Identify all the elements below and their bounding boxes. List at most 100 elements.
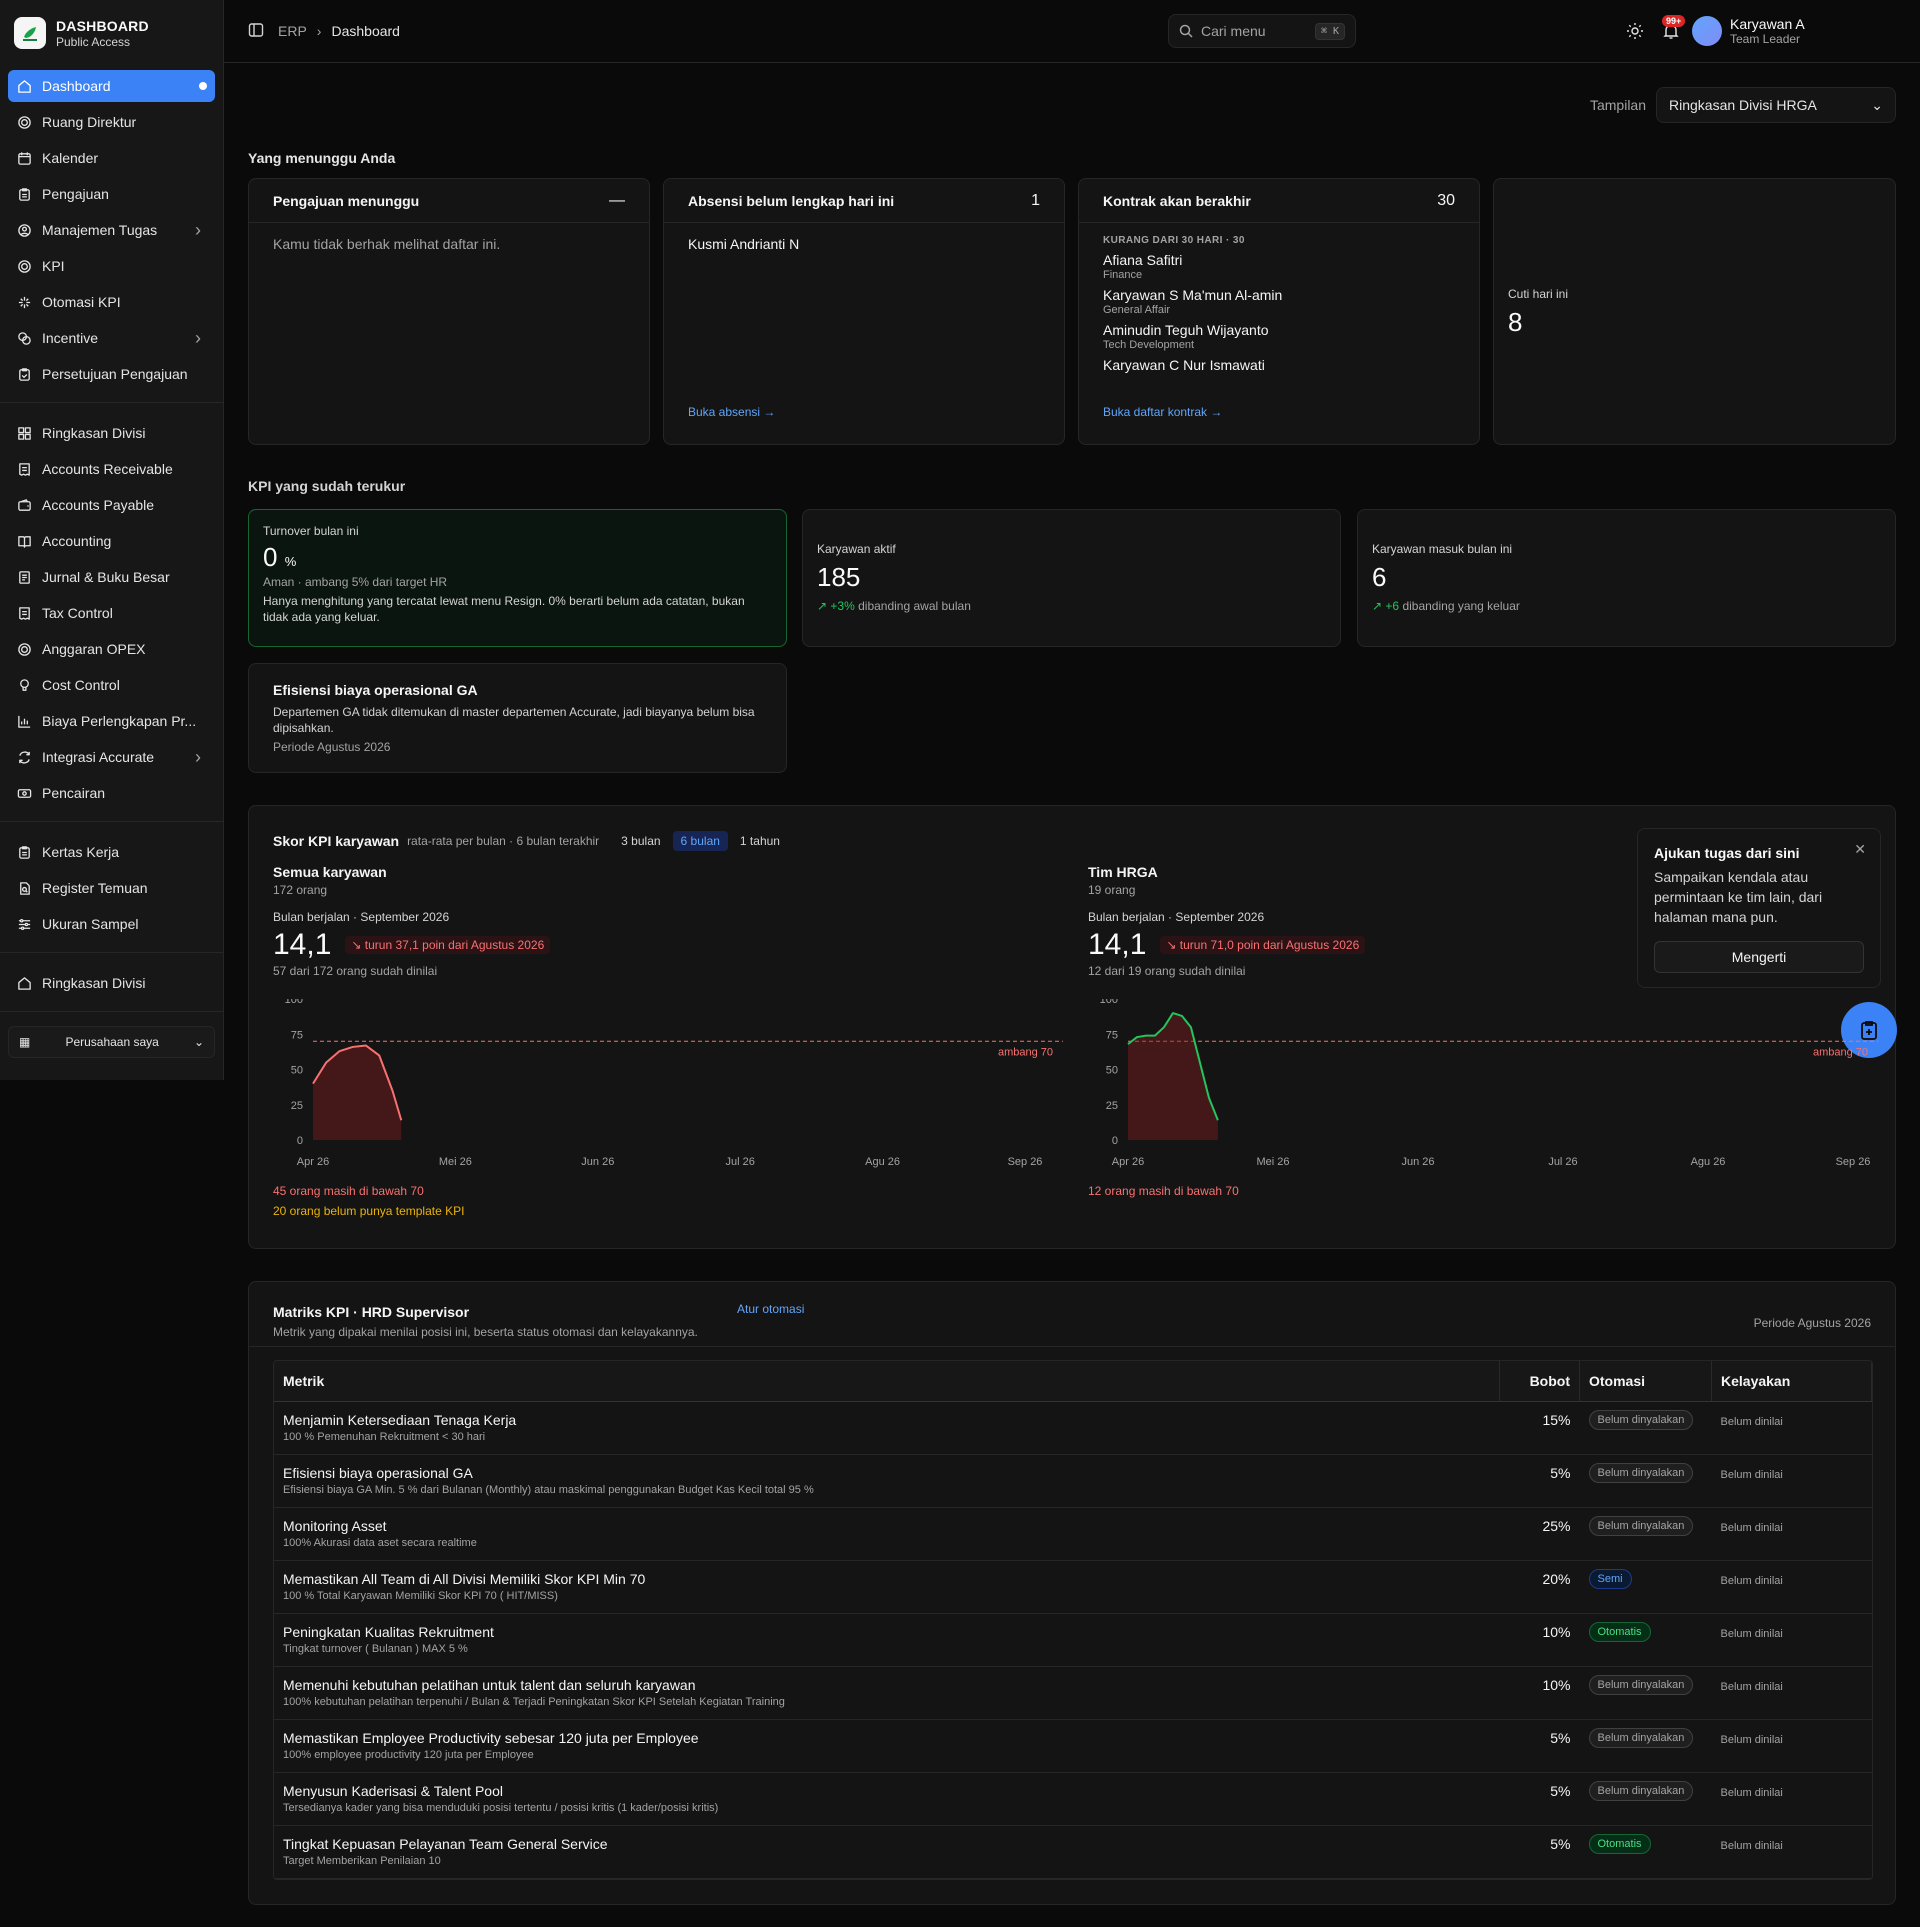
sidebar-item-kpi[interactable]: KPI	[8, 250, 215, 282]
metric-name: Memastikan All Team di All Divisi Memili…	[283, 1570, 646, 1587]
masuk-delta: +6	[1385, 599, 1400, 613]
avatar[interactable]	[1692, 16, 1722, 46]
sidebar-item-pencairan[interactable]: Pencairan	[8, 777, 215, 809]
sidebar-item-label: Integrasi Accurate	[42, 749, 155, 765]
sidebar-item-manajemen-tugas[interactable]: Manajemen Tugas ›	[8, 214, 215, 246]
clipboard-check-icon	[16, 366, 32, 382]
sidebar-item-label: Register Temuan	[42, 880, 148, 896]
sidebar-item-kertas-kerja[interactable]: Kertas Kerja	[8, 836, 215, 868]
table-row[interactable]: Efisiensi biaya operasional GA Efisiensi …	[274, 1454, 1872, 1508]
table-row[interactable]: Tingkat Kepuasan Pelayanan Team General …	[274, 1825, 1872, 1879]
sidebar-item-label: Ruang Direktur	[42, 114, 137, 130]
target-icon	[16, 114, 32, 130]
y-tick-label: 100	[285, 999, 303, 1006]
sidebar-item-ukuran-sampel[interactable]: Ukuran Sampel	[8, 908, 215, 940]
user-menu[interactable]: Karyawan A Team Leader	[1730, 16, 1805, 46]
range-tab[interactable]: 3 bulan	[613, 831, 668, 851]
x-tick-label: Jun 26	[581, 1156, 614, 1168]
absensi-link[interactable]: Buka absensi →	[688, 405, 775, 419]
table-row[interactable]: Memenuhi kebutuhan pelatihan untuk talen…	[274, 1666, 1872, 1720]
masuk-value: 6	[1372, 562, 1387, 592]
table-row[interactable]: Peningkatan Kualitas Rekruitment Tingkat …	[274, 1613, 1872, 1667]
metric-name: Peningkatan Kualitas Rekruitment	[283, 1623, 494, 1640]
sidebar-item-ringkasan-divisi[interactable]: Ringkasan Divisi	[8, 417, 215, 449]
search-placeholder: Cari menu	[1201, 23, 1266, 39]
absensi-person[interactable]: Kusmi Andrianti N	[664, 223, 1064, 265]
sidebar-item-pengajuan[interactable]: Pengajuan	[8, 178, 215, 210]
eligibility: Belum dinilai	[1711, 1719, 1872, 1773]
range-tab[interactable]: 1 tahun	[732, 831, 788, 851]
sidebar-item-ruang-direktur[interactable]: Ruang Direktur	[8, 106, 215, 138]
sidebar-item-anggaran-opex[interactable]: Anggaran OPEX	[8, 633, 215, 665]
breadcrumb: ERP › Dashboard	[278, 23, 400, 39]
kontrak-person[interactable]: Karyawan C Nur Ismawati	[1103, 357, 1455, 373]
sidebar-item-label: Biaya Perlengkapan Pr...	[42, 713, 197, 729]
sidebar-item-tax-control[interactable]: Tax Control	[8, 597, 215, 629]
table-row[interactable]: Menjamin Ketersediaan Tenaga Kerja 100 % …	[274, 1401, 1872, 1455]
x-tick-label: Sep 26	[1008, 1156, 1043, 1168]
sidebar-item-kalender[interactable]: Kalender	[8, 142, 215, 174]
absensi-count: 1	[1031, 191, 1040, 209]
matriks-table: Metrik Bobot Otomasi Kelayakan Menjamin Ket…	[274, 1361, 1872, 1879]
panel-assessed: 57 dari 172 orang sudah dinilai	[273, 964, 438, 978]
panel-trend: turun 37,1 poin dari Agustus 2026	[364, 938, 545, 952]
kpi-measured-title: KPI yang sudah terukur	[248, 478, 406, 494]
sidebar-item-accounts-receivable[interactable]: Accounts Receivable	[8, 453, 215, 485]
view-select[interactable]: Ringkasan Divisi HRGA ⌄	[1656, 87, 1896, 123]
sidebar-item-incentive[interactable]: Incentive ›	[8, 322, 215, 354]
table-row[interactable]: Menyusun Kaderisasi & Talent Pool Tersedi…	[274, 1772, 1872, 1826]
atur-otomasi-link[interactable]: Atur otomasi	[737, 1302, 804, 1316]
sidebar-item-ringkasan-divisi[interactable]: Ringkasan Divisi	[8, 967, 215, 999]
eligibility: Belum dinilai	[1711, 1613, 1872, 1667]
chevron-right-icon: ›	[195, 327, 201, 348]
x-tick-label: Apr 26	[297, 1156, 329, 1168]
sidebar-item-dashboard[interactable]: Dashboard	[8, 70, 215, 102]
metric-weight: 10%	[1499, 1666, 1580, 1720]
sidebar-item-biaya-perlengkapan-pr[interactable]: Biaya Perlengkapan Pr...	[8, 705, 215, 737]
y-tick-label: 0	[297, 1135, 303, 1147]
sidebar-item-jurnal-buku-besar[interactable]: Jurnal & Buku Besar	[8, 561, 215, 593]
pengajuan-message: Kamu tidak berhak melihat daftar ini.	[273, 236, 501, 252]
sidebar-item-label: Jurnal & Buku Besar	[42, 569, 170, 585]
close-icon[interactable]: ✕	[1854, 841, 1866, 858]
automation-status-badge: Semi	[1588, 1568, 1632, 1589]
automation-status-badge: Otomatis	[1588, 1621, 1651, 1642]
absensi-card: Absensi belum lengkap hari ini 1 Kusmi An…	[663, 178, 1065, 445]
search-input[interactable]: Cari menu ⌘ K	[1168, 14, 1356, 48]
kontrak-person[interactable]: Karyawan S Ma'mun Al-amin General Affair	[1103, 287, 1455, 316]
sidebar-item-label: Dashboard	[42, 78, 111, 94]
sun-icon[interactable]	[1626, 22, 1644, 40]
kpi-score-chart: 0 25 50 75 100 Apr 26 Mei 26 Jun 26 Jul 26 Agu 26…	[285, 999, 1063, 1168]
sidebar-item-label: Accounting	[42, 533, 112, 549]
sidebar-item-accounts-payable[interactable]: Accounts Payable	[8, 489, 215, 521]
building-icon: ▦	[19, 1035, 31, 1049]
sidebar-item-register-temuan[interactable]: Register Temuan	[8, 872, 215, 904]
sidebar-item-otomasi-kpi[interactable]: Otomasi KPI	[8, 286, 215, 318]
mengerti-button[interactable]: Mengerti	[1654, 941, 1864, 973]
table-row[interactable]: Monitoring Asset 100% Akurasi data aset s…	[274, 1507, 1872, 1561]
company-selector[interactable]: ▦ Perusahaan saya ⌄	[8, 1026, 215, 1058]
sidebar-item-integrasi-accurate[interactable]: Integrasi Accurate ›	[8, 741, 215, 773]
kontrak-person[interactable]: Aminudin Teguh Wijayanto Tech Development	[1103, 322, 1455, 351]
ajukan-popover: Ajukan tugas dari sini Sampaikan kendala…	[1637, 828, 1881, 988]
popover-text: Sampaikan kendala atau permintaan ke tim…	[1654, 869, 1823, 925]
sidebar-item-cost-control[interactable]: Cost Control	[8, 669, 215, 701]
panel-title: Semua karyawan	[273, 864, 387, 880]
metric-weight: 5%	[1499, 1825, 1580, 1879]
table-row[interactable]: Memastikan All Team di All Divisi Memili…	[274, 1560, 1872, 1614]
brand[interactable]: DASHBOARD Public Access	[0, 0, 223, 62]
metric-desc: Tingkat turnover ( Bulanan ) MAX 5 %	[283, 1642, 468, 1655]
sidebar-toggle-icon[interactable]	[248, 22, 264, 41]
series-area	[313, 1045, 402, 1140]
sidebar-item-persetujuan-pengajuan[interactable]: Persetujuan Pengajuan	[8, 358, 215, 390]
sidebar-item-accounting[interactable]: Accounting	[8, 525, 215, 557]
kontrak-person[interactable]: Afiana Safitri Finance	[1103, 252, 1455, 281]
range-tab[interactable]: 6 bulan	[672, 831, 728, 851]
breadcrumb-root[interactable]: ERP	[278, 23, 307, 39]
kontrak-link[interactable]: Buka daftar kontrak →	[1103, 405, 1222, 419]
metric-weight: 15%	[1499, 1401, 1580, 1455]
turnover-note: Aman · ambang 5% dari target HR	[263, 575, 448, 589]
metric-name: Menjamin Ketersediaan Tenaga Kerja	[283, 1411, 517, 1428]
panel-score: 14,1	[1088, 928, 1147, 961]
table-row[interactable]: Memastikan Employee Productivity sebesar…	[274, 1719, 1872, 1773]
